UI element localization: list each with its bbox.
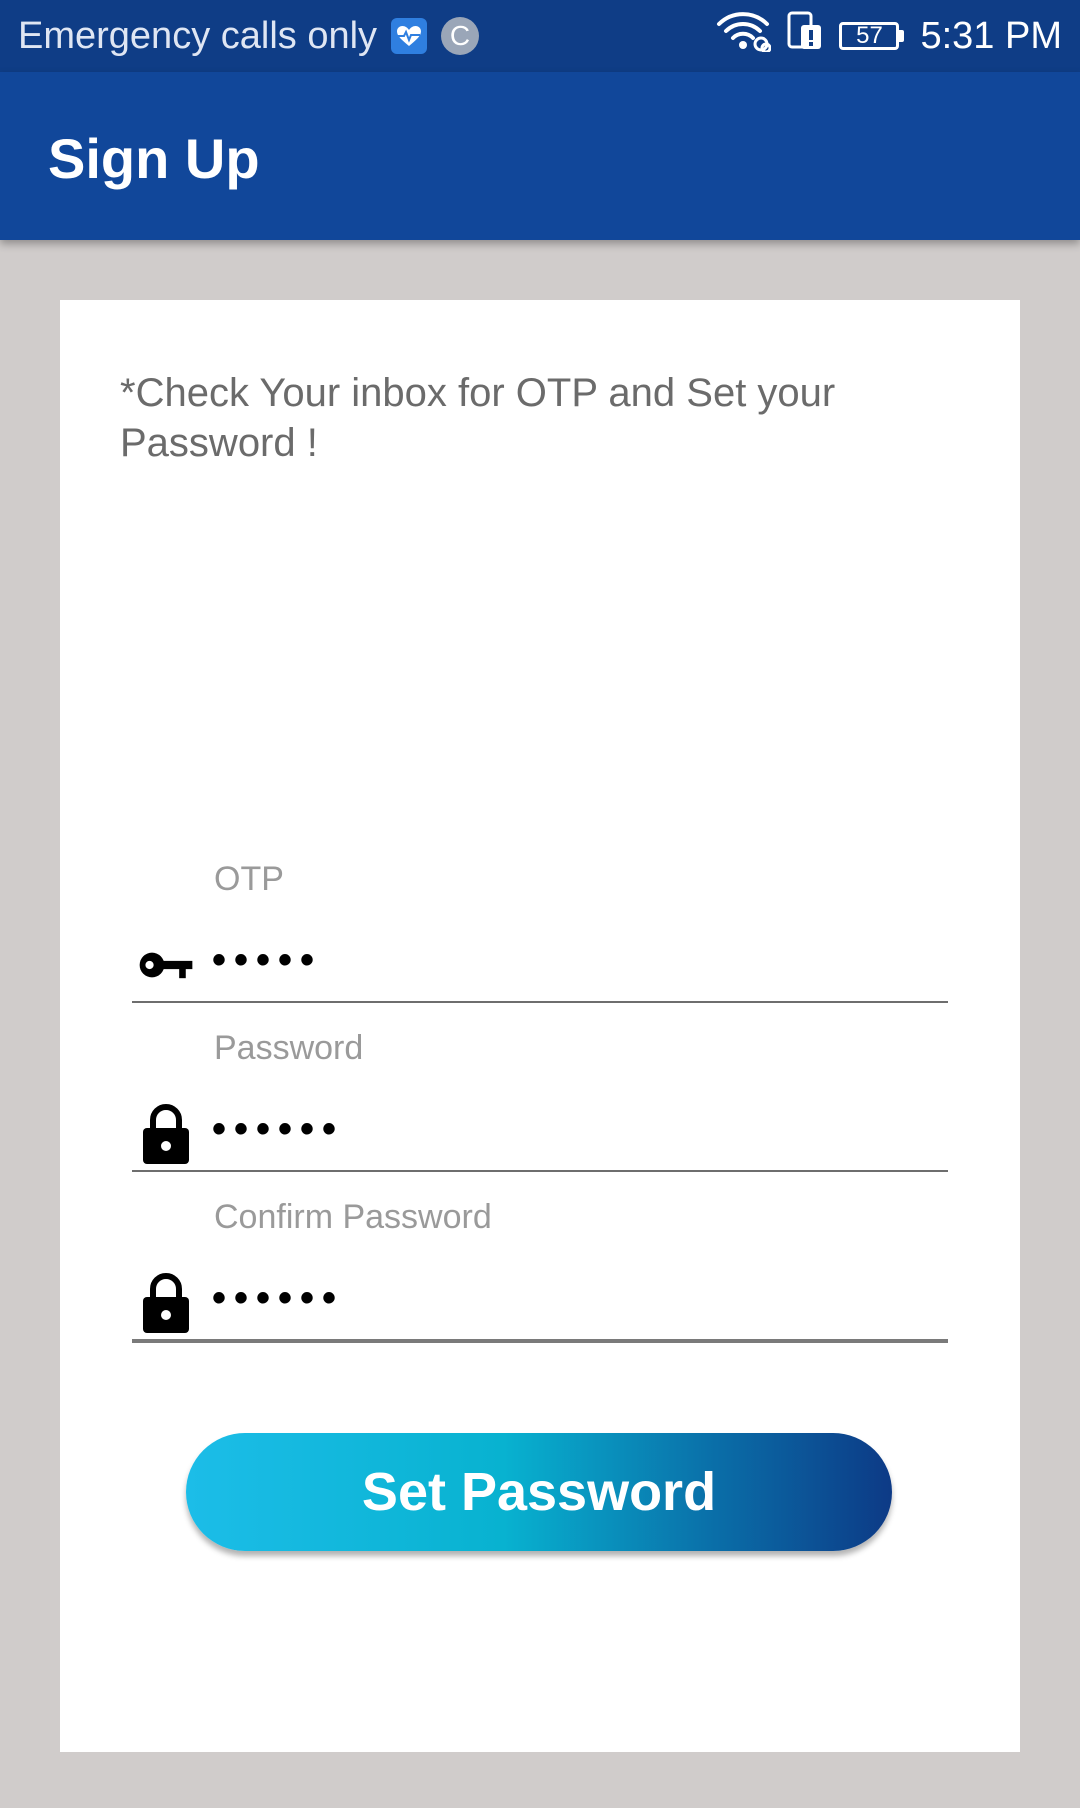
otp-label: OTP (214, 860, 284, 898)
key-icon (138, 930, 194, 1000)
clock: 5:31 PM (920, 14, 1062, 57)
c-icon: C (441, 17, 480, 55)
status-bar: Emergency calls only C 57 5:31 PM (0, 0, 1080, 72)
set-password-button[interactable]: Set Password (186, 1433, 892, 1551)
password-underline (132, 1170, 948, 1172)
confirm-password-field[interactable]: Confirm Password •••••• (132, 1198, 948, 1348)
sim-icon (787, 11, 823, 61)
signup-card: *Check Your inbox for OTP and Set your P… (60, 300, 1020, 1752)
password-input[interactable]: •••••• (212, 1107, 344, 1152)
status-left: Emergency calls only C (18, 0, 480, 72)
confirm-password-underline (132, 1339, 948, 1343)
wifi-icon (715, 10, 772, 62)
otp-field[interactable]: OTP ••••• (132, 860, 948, 1010)
confirm-password-input[interactable]: •••••• (212, 1276, 344, 1321)
password-label: Password (214, 1029, 364, 1067)
battery-icon: 57 (839, 22, 905, 50)
instructions-text: *Check Your inbox for OTP and Set your P… (120, 371, 836, 465)
confirm-password-label: Confirm Password (214, 1198, 492, 1236)
password-field[interactable]: Password •••••• (132, 1029, 948, 1179)
otp-input[interactable]: ••••• (212, 938, 322, 983)
lock-icon (138, 1099, 194, 1169)
battery-tip (899, 30, 905, 42)
battery-level: 57 (839, 22, 900, 50)
otp-underline (132, 1001, 948, 1003)
health-icon (391, 18, 428, 54)
carrier-text: Emergency calls only (18, 14, 378, 57)
app-bar: Sign Up (0, 72, 1080, 240)
lock-icon (138, 1268, 194, 1338)
page-title: Sign Up (48, 127, 260, 190)
status-right: 57 5:31 PM (715, 0, 1062, 72)
